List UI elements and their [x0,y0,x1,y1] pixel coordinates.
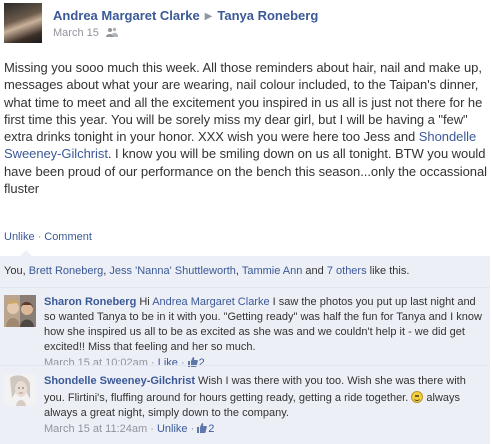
people-icon[interactable] [105,27,118,37]
feedback-panel: You, Brett Roneberg, Jess 'Nanna' Shuttl… [0,250,490,444]
comment-text-part: Hi [136,296,153,308]
arrow-right-icon: ▶ [204,11,213,22]
commenter-avatar[interactable] [4,374,36,406]
post-timestamp[interactable]: March 15 [53,27,99,39]
others-link[interactable]: 7 others [327,265,367,277]
mention-link[interactable]: Andrea Margaret Clarke [152,296,269,308]
author-link[interactable]: Andrea Margaret Clarke [53,8,200,23]
comment-timestamp[interactable]: March 15 at 11:24am [44,423,147,435]
story-card: Andrea Margaret Clarke ▶ Tanya Roneberg Ma… [0,0,492,444]
liker-link[interactable]: Jess 'Nanna' Shuttleworth [109,265,236,277]
comment-like-count[interactable]: 2 [199,357,205,369]
liker-link[interactable]: Brett Roneberg [29,265,104,277]
smiley-icon [411,391,424,403]
comment-meta: March 15 at 10:02am · Like · 2 [44,356,488,371]
comment-author-link[interactable]: Sharon Roneberg [44,296,136,308]
panel-caret [20,250,32,256]
separator-dot: · [150,423,154,435]
like-link[interactable]: Like [158,357,178,369]
story-meta: March 15 [53,26,118,39]
comment-body: Shondelle Sweeney-Gilchrist Wish I was t… [44,374,488,437]
post-message: Missing you sooo much this week. All tho… [4,59,489,197]
separator-dot: · [181,357,185,369]
likes-and: and [302,265,327,277]
liker-link[interactable]: Tammie Ann [242,265,303,277]
comment-text: Shondelle Sweeney-Gilchrist Wish I was t… [44,374,488,421]
author-avatar[interactable] [4,3,42,43]
comment-timestamp[interactable]: March 15 at 10:02am [44,357,148,369]
story-header: Andrea Margaret Clarke ▶ Tanya Roneberg [53,8,318,23]
divider [0,365,490,366]
separator-dot: · [37,231,42,243]
comment-like-count[interactable]: 2 [208,423,214,435]
likes-suffix: like this. [366,265,410,277]
unlike-link[interactable]: Unlike [4,231,35,243]
comment-meta: March 15 at 11:24am · Unlike · 2 [44,422,488,437]
like-sentence: You, Brett Roneberg, Jess 'Nanna' Shuttl… [4,265,409,277]
story-actions: Unlike · Comment [4,231,92,243]
comment-text: Sharon Roneberg Hi Andrea Margaret Clark… [44,295,488,355]
separator-dot: · [151,357,155,369]
comment-author-link[interactable]: Shondelle Sweeney-Gilchrist [44,375,195,387]
message-text-1: Missing you sooo much this week. All tho… [4,60,483,145]
recipient-link[interactable]: Tanya Roneberg [217,8,318,23]
commenter-avatar[interactable] [4,295,36,327]
thumbs-up-icon[interactable] [197,423,208,433]
unlike-link[interactable]: Unlike [157,423,188,435]
separator-dot: · [190,423,195,435]
comment-link[interactable]: Comment [44,231,92,243]
likes-prefix: You, [4,265,29,277]
comment-body: Sharon Roneberg Hi Andrea Margaret Clark… [44,295,488,371]
divider [0,287,490,288]
